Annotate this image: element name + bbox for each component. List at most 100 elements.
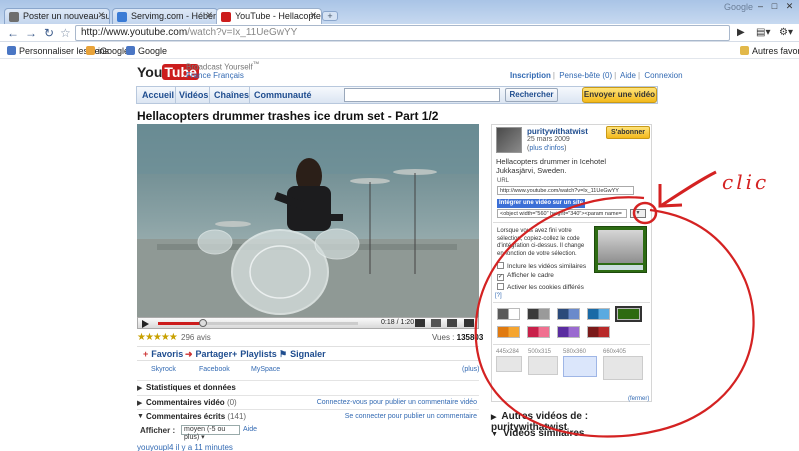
popout-icon[interactable]	[447, 319, 457, 327]
browser-toolbar: ← → ↻ ☆ http://www.youtube.com/watch?v=I…	[0, 24, 799, 42]
share-button[interactable]: ➜ Partager	[185, 349, 232, 360]
rating-stars[interactable]: ★★★★★	[137, 332, 178, 343]
checkbox-checked[interactable]: ✓	[497, 274, 504, 281]
favorite-button[interactable]: + Favoris	[143, 349, 183, 359]
reload-icon[interactable]: ↻	[42, 26, 56, 40]
share-skyrock[interactable]: Skyrock	[151, 366, 176, 373]
subscribe-button[interactable]: S'abonner	[606, 126, 650, 139]
tab-poster[interactable]: Poster un nouveau sujet ✕	[4, 8, 110, 24]
color-swatch[interactable]	[587, 326, 610, 338]
share-facebook[interactable]: Facebook	[199, 366, 230, 373]
search-input[interactable]	[344, 88, 500, 102]
quicklist-link[interactable]: Pense-bête (0)	[559, 71, 612, 80]
locale-language[interactable]: Français	[213, 71, 244, 80]
section-text-comments[interactable]: ▼ Commentaires écrits (141) Se connecter…	[137, 409, 479, 423]
close-icon[interactable]: ✕	[309, 10, 317, 21]
flag-button[interactable]: ⚑ Signaler	[279, 349, 326, 360]
url-host: http://www.youtube.com	[81, 27, 188, 38]
size-option-660[interactable]: 660x405	[603, 349, 643, 380]
color-swatches	[493, 302, 650, 342]
embed-help-link[interactable]: [?]	[495, 293, 502, 299]
help-link[interactable]: Aide	[620, 71, 636, 80]
size-option-500[interactable]: 500x315	[528, 349, 558, 375]
close-icon[interactable]: ✕	[205, 10, 213, 21]
color-swatch[interactable]	[615, 306, 642, 322]
color-swatch[interactable]	[497, 308, 520, 320]
locale-country[interactable]: France	[186, 71, 211, 80]
progress-bar[interactable]	[158, 319, 358, 327]
go-icon[interactable]: ▶	[737, 27, 745, 38]
nav-accueil[interactable]: Accueil	[142, 90, 174, 100]
login-link[interactable]: Connexion	[644, 71, 682, 80]
share-more[interactable]: (plus)	[462, 366, 480, 373]
comments-filter-select[interactable]: moyen (-5 ou plus) ▾	[181, 425, 240, 441]
hq-icon[interactable]	[431, 319, 441, 327]
review-count: 296 avis	[181, 333, 211, 342]
comments-help-link[interactable]: Aide	[243, 426, 257, 433]
color-swatch[interactable]	[557, 326, 580, 338]
avatar[interactable]	[496, 127, 522, 153]
tab-favicon	[9, 12, 19, 22]
youtube-logo[interactable]: You Tube	[137, 64, 199, 82]
tab-servimg[interactable]: Servimg.com - Hébergeu... ✕	[112, 8, 218, 24]
color-swatch[interactable]	[527, 326, 550, 338]
bookmark-google[interactable]: Google	[126, 46, 167, 56]
related-videos[interactable]: ▼ Vidéos similaires	[491, 428, 652, 439]
section-stats[interactable]: ▶ Statistiques et données	[137, 380, 479, 394]
tab-youtube[interactable]: YouTube - Hellacopters ... ✕	[216, 8, 322, 24]
back-icon[interactable]: ←	[6, 26, 20, 40]
option-related-videos[interactable]: Inclure les vidéos similaires	[497, 262, 586, 270]
uploader-name[interactable]: puritywithatwist	[527, 127, 588, 136]
login-to-comment-link[interactable]: Se connecter pour publier un commentaire	[345, 413, 477, 420]
star-icon[interactable]: ☆	[60, 26, 71, 40]
close-customize-link[interactable]: (fermer)	[628, 396, 649, 402]
url-label: URL	[497, 178, 510, 184]
nav-communaute[interactable]: Communauté	[254, 90, 312, 100]
option-show-border[interactable]: ✓ Afficher le cadre	[497, 272, 554, 281]
size-option-580[interactable]: 580x360	[563, 349, 597, 377]
option-delayed-cookies[interactable]: Activer les cookies différés	[497, 283, 584, 291]
color-swatch[interactable]	[527, 308, 550, 320]
fullscreen-icon[interactable]	[464, 319, 474, 327]
embed-field[interactable]: <object width="560" height="340"><param …	[497, 209, 627, 218]
share-myspace[interactable]: MySpace	[251, 366, 280, 373]
color-swatch[interactable]	[497, 326, 520, 338]
nav-videos[interactable]: Vidéos	[179, 90, 208, 100]
section-video-comments[interactable]: ▶ Commentaires vidéo (0) Connectez-vous …	[137, 395, 479, 409]
volume-icon[interactable]	[415, 319, 425, 327]
nav-chaines[interactable]: Chaînes	[214, 90, 249, 100]
size-box	[496, 356, 522, 372]
minimize-icon[interactable]: –	[754, 2, 767, 12]
other-bookmarks[interactable]: Autres favoris	[740, 46, 799, 56]
close-icon[interactable]: ✕	[97, 10, 105, 21]
page-menu-icon[interactable]: ▤▾	[756, 27, 770, 38]
maximize-icon[interactable]: □	[768, 2, 781, 12]
embed-customize-button[interactable]: ▼	[630, 209, 646, 218]
color-swatch[interactable]	[557, 308, 580, 320]
window-close-icon[interactable]: ✕	[783, 2, 796, 12]
progress-handle[interactable]	[199, 319, 207, 327]
size-option-445[interactable]: 445x284	[496, 349, 522, 372]
new-tab-button[interactable]: +	[322, 11, 338, 21]
more-info: (plus d'infos)	[527, 145, 567, 152]
tab-favicon	[221, 12, 231, 22]
forward-icon[interactable]: →	[24, 26, 38, 40]
login-to-comment-link[interactable]: Connectez-vous pour publier un commentai…	[317, 399, 477, 406]
bookmark-igoogle[interactable]: iGoogle	[86, 46, 129, 56]
signup-link[interactable]: Inscription	[510, 71, 551, 80]
wrench-icon[interactable]: ⚙▾	[779, 27, 793, 38]
playlist-button[interactable]: + Playlists	[232, 349, 277, 359]
url-field[interactable]: http://www.youtube.com/watch?v=Ix_11UeGw…	[497, 186, 634, 195]
address-bar[interactable]: http://www.youtube.com/watch?v=Ix_11UeGw…	[75, 25, 730, 41]
more-info-link[interactable]: plus d'infos	[529, 145, 564, 152]
browser-titlebar: Poster un nouveau sujet ✕ Servimg.com - …	[0, 0, 799, 24]
video-description: Hellacopters drummer in Icehotel Jukkasj…	[496, 157, 607, 175]
play-icon[interactable]	[142, 320, 149, 328]
video-player[interactable]	[137, 124, 479, 317]
progress-fill	[158, 322, 203, 325]
color-swatch[interactable]	[587, 308, 610, 320]
search-button[interactable]: Rechercher	[505, 88, 558, 102]
checkbox[interactable]	[497, 262, 504, 269]
upload-button[interactable]: Envoyer une vidéo	[582, 87, 657, 103]
checkbox[interactable]	[497, 283, 504, 290]
